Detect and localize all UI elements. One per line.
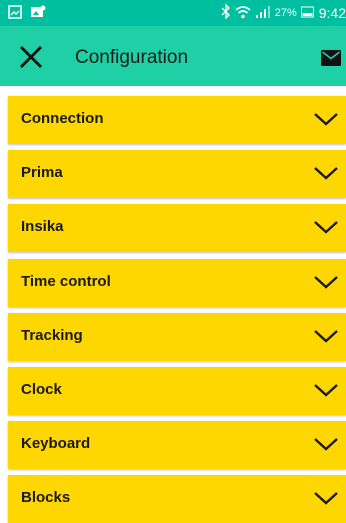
- section-prima[interactable]: Prima: [8, 150, 346, 198]
- battery-icon: [300, 6, 315, 21]
- section-time-control[interactable]: Time control: [8, 259, 346, 307]
- mail-icon: [321, 50, 341, 66]
- status-left-icons: [8, 5, 46, 24]
- chevron-down-icon: [314, 438, 338, 451]
- bluetooth-icon: [221, 3, 231, 22]
- section-tracking[interactable]: Tracking: [8, 313, 346, 361]
- photo-icon: [30, 5, 46, 24]
- chevron-down-icon: [314, 113, 338, 126]
- chevron-down-icon: [314, 167, 338, 180]
- section-label: Prima: [21, 164, 63, 181]
- app-bar: Configuration: [0, 26, 346, 86]
- chevron-down-icon: [314, 330, 338, 343]
- chevron-down-icon: [314, 384, 338, 397]
- chevron-down-icon: [314, 492, 338, 505]
- section-clock[interactable]: Clock: [8, 367, 346, 415]
- page-title: Configuration: [75, 47, 189, 68]
- wifi-icon: [235, 5, 251, 22]
- chevron-down-icon: [314, 221, 338, 234]
- section-label: Connection: [21, 110, 104, 127]
- close-icon: [20, 46, 42, 68]
- section-label: Keyboard: [21, 435, 91, 452]
- section-connection[interactable]: Connection: [8, 96, 346, 144]
- section-blocks[interactable]: Blocks: [8, 475, 346, 523]
- section-label: Clock: [21, 381, 62, 398]
- battery-percent: 27%: [274, 7, 297, 19]
- status-right: 27% 9:42: [221, 3, 346, 22]
- section-label: Insika: [21, 218, 64, 235]
- image-icon: [8, 5, 22, 24]
- clock-time: 9:42: [318, 5, 346, 21]
- section-label: Tracking: [21, 327, 83, 344]
- mail-button[interactable]: [321, 50, 341, 66]
- section-label: Time control: [21, 273, 111, 290]
- signal-icon: [255, 5, 271, 22]
- section-keyboard[interactable]: Keyboard: [8, 421, 346, 469]
- close-button[interactable]: [20, 46, 42, 68]
- status-bar: 27% 9:42: [0, 0, 346, 26]
- section-insika[interactable]: Insika: [8, 204, 346, 252]
- section-label: Blocks: [21, 489, 71, 506]
- chevron-down-icon: [314, 276, 338, 289]
